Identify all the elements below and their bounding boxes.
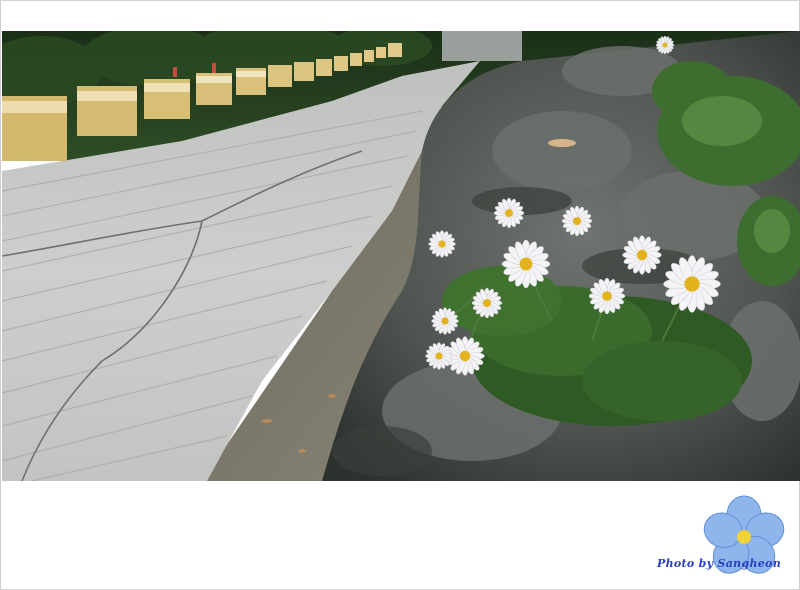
daisy-flower (655, 35, 675, 55)
daisy-flower (471, 287, 503, 319)
daisy-flower (663, 255, 721, 313)
daisy-flower (501, 239, 551, 289)
forget-me-not-center (737, 530, 751, 544)
daisy-flower (431, 307, 459, 335)
daisy-flower (588, 277, 626, 315)
photo-credit: Photo by Sangheon (657, 557, 781, 570)
credit-area: Photo by Sangheon (641, 487, 799, 587)
distant-slope (442, 31, 522, 61)
daisy-flower (425, 342, 453, 370)
forget-me-not-flower-icon (703, 495, 785, 574)
daisy-flower (561, 205, 593, 237)
daisy-flower (428, 230, 456, 258)
daisy-photo (2, 31, 800, 481)
daisy-flower (493, 197, 525, 229)
photo-frame: Photo by Sangheon (0, 0, 800, 590)
daisy-flower (622, 235, 662, 275)
photo-illustration (2, 31, 800, 481)
